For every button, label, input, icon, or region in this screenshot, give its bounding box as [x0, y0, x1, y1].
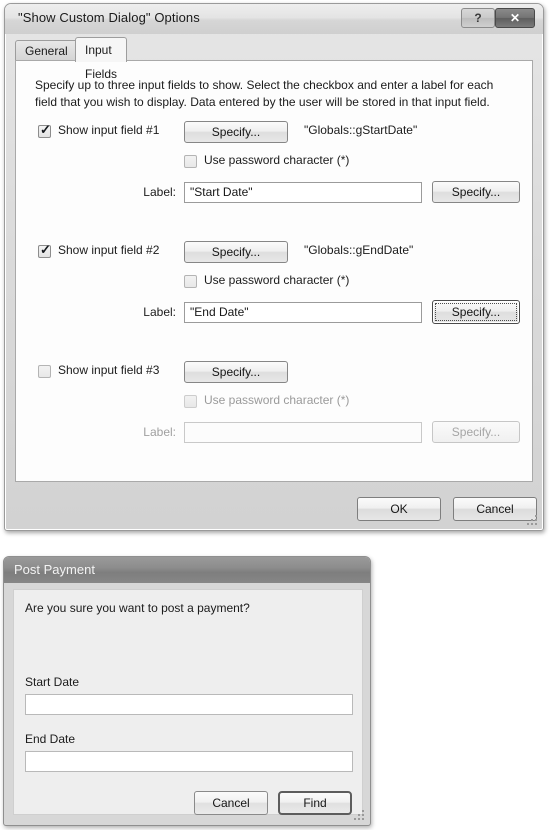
window2-titlebar[interactable]: Post Payment — [4, 557, 370, 583]
specify-target-2-button[interactable]: Specify... — [184, 241, 288, 263]
specify-target-3-button[interactable]: Specify... — [184, 361, 288, 383]
post-payment-window: Post Payment Are you sure you want to po… — [3, 556, 371, 826]
start-date-label: Start Date — [25, 675, 80, 689]
tab-general[interactable]: General — [15, 40, 78, 61]
checkmark-icon: ✓ — [40, 242, 51, 257]
start-date-input[interactable] — [25, 694, 353, 715]
show-input-field-3-label: Show input field #3 — [58, 363, 160, 377]
use-password-character-3-checkbox[interactable] — [184, 395, 197, 408]
use-password-character-2-label: Use password character (*) — [204, 273, 350, 287]
show-input-field-1-checkbox[interactable]: ✓ — [38, 122, 51, 138]
screenshot-root: "Show Custom Dialog" Options ? ✕ General… — [0, 0, 552, 830]
input-field-group-2: ✓ Show input field #2 Specify... "Global… — [16, 241, 534, 331]
cancel-button[interactable]: Cancel — [453, 497, 537, 521]
input-field-group-3: Show input field #3 Specify... Use passw… — [16, 361, 534, 451]
window1-title: "Show Custom Dialog" Options — [18, 10, 200, 25]
resize-grip[interactable] — [527, 515, 539, 527]
confirmation-message: Are you sure you want to post a payment? — [25, 601, 250, 615]
show-input-field-1-label: Show input field #1 — [58, 123, 160, 137]
help-icon[interactable]: ? — [461, 8, 495, 28]
specify-label-2-button[interactable]: Specify... — [432, 300, 520, 324]
post-payment-body: Are you sure you want to post a payment?… — [13, 589, 363, 815]
target-variable-2: "Globals::gEndDate" — [304, 243, 414, 257]
use-password-character-2-checkbox[interactable] — [184, 275, 197, 288]
close-icon[interactable]: ✕ — [495, 8, 535, 28]
use-password-character-1-label: Use password character (*) — [204, 153, 350, 167]
target-variable-1: "Globals::gStartDate" — [304, 123, 418, 137]
end-date-label: End Date — [25, 732, 76, 746]
tab-input-fields[interactable]: Input Fields — [75, 37, 128, 81]
input-fields-panel: Specify up to three input fields to show… — [15, 60, 533, 482]
label-input-3[interactable] — [184, 422, 422, 443]
label-caption-3: Label: — [143, 425, 176, 439]
label-caption-2: Label: — [143, 305, 176, 319]
checkmark-icon: ✓ — [40, 122, 51, 137]
show-input-field-2-checkbox[interactable]: ✓ — [38, 242, 51, 258]
specify-target-1-button[interactable]: Specify... — [184, 121, 288, 143]
post-payment-find-button[interactable]: Find — [278, 791, 352, 815]
input-field-group-1: ✓ Show input field #1 Specify... "Global… — [16, 121, 534, 211]
window2-title: Post Payment — [14, 562, 95, 577]
use-password-character-1-checkbox[interactable] — [184, 155, 197, 168]
post-payment-cancel-button[interactable]: Cancel — [194, 791, 268, 815]
window1-titlebar[interactable]: "Show Custom Dialog" Options ? ✕ — [5, 4, 543, 34]
label-caption-1: Label: — [143, 185, 176, 199]
specify-label-1-button[interactable]: Specify... — [432, 181, 520, 203]
label-input-1[interactable]: "Start Date" — [184, 182, 422, 203]
ok-button[interactable]: OK — [357, 497, 441, 521]
show-custom-dialog-options-window: "Show Custom Dialog" Options ? ✕ General… — [4, 3, 544, 531]
label-input-2[interactable]: "End Date" — [184, 302, 422, 323]
show-input-field-3-checkbox[interactable] — [38, 365, 51, 378]
specify-label-3-button: Specify... — [432, 421, 520, 443]
show-input-field-2-label: Show input field #2 — [58, 243, 160, 257]
use-password-character-3-label: Use password character (*) — [204, 393, 350, 407]
resize-grip[interactable] — [354, 810, 366, 822]
end-date-input[interactable] — [25, 751, 353, 772]
